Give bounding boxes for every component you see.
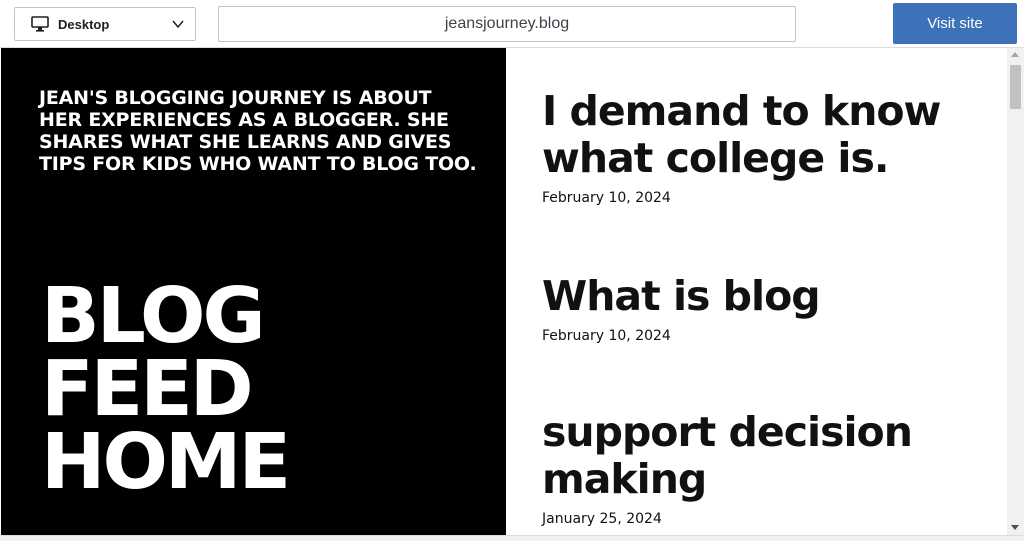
site-title-line: BLOG xyxy=(41,272,266,361)
post-item: I demand to know what college is. Februa… xyxy=(542,88,1002,207)
device-dropdown[interactable]: Desktop xyxy=(14,7,196,41)
site-header-panel: JEAN'S BLOGGING JOURNEY IS ABOUT HER EXP… xyxy=(1,48,506,535)
post-date: January 25, 2024 xyxy=(542,511,662,527)
post-title-link[interactable]: support decision making xyxy=(542,409,1002,503)
chevron-down-icon xyxy=(171,17,185,31)
site-preview[interactable]: JEAN'S BLOGGING JOURNEY IS ABOUT HER EXP… xyxy=(0,48,1024,535)
device-label: Desktop xyxy=(58,16,110,32)
post-title-link[interactable]: What is blog xyxy=(542,273,1002,320)
post-date: February 10, 2024 xyxy=(542,190,671,206)
url-field[interactable]: jeansjourney.blog xyxy=(218,6,796,42)
scrollbar-thumb[interactable] xyxy=(1010,65,1021,109)
post-item: What is blog February 10, 2024 xyxy=(542,273,1002,345)
post-date: February 10, 2024 xyxy=(542,328,671,344)
scroll-up-arrow-icon[interactable] xyxy=(1011,52,1019,57)
site-intro: JEAN'S BLOGGING JOURNEY IS ABOUT HER EXP… xyxy=(39,87,477,175)
preview-toolbar: Desktop jeansjourney.blog Visit site xyxy=(0,0,1024,48)
desktop-monitor-icon xyxy=(31,16,49,32)
site-title-line: HOME xyxy=(41,418,291,507)
post-item: support decision making January 25, 2024 xyxy=(542,409,1002,528)
scroll-down-arrow-icon[interactable] xyxy=(1011,525,1019,530)
visit-site-button[interactable]: Visit site xyxy=(893,3,1017,44)
site-title-line: FEED xyxy=(41,345,254,434)
preview-scrollbar[interactable] xyxy=(1007,48,1024,535)
post-title-link[interactable]: I demand to know what college is. xyxy=(542,88,1002,182)
bottom-edge xyxy=(0,535,1024,541)
site-title[interactable]: BLOG FEED HOME xyxy=(41,272,291,507)
